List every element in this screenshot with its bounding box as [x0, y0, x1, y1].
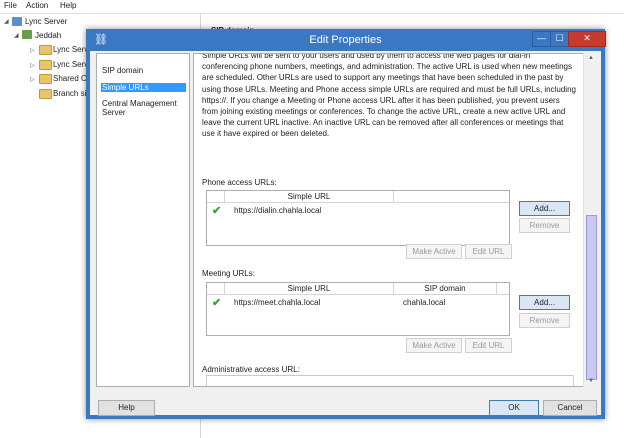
column-header-sip-domain[interactable]: SIP domain: [394, 284, 496, 293]
site-icon: [22, 30, 32, 39]
help-button[interactable]: Help: [98, 400, 155, 416]
phone-access-label: Phone access URLs:: [202, 178, 277, 187]
dialog-client: SIP domain Simple URLs Central Managemen…: [90, 51, 601, 416]
phone-url-cell[interactable]: https://dialin.chahla.local: [234, 206, 321, 215]
phone-add-button[interactable]: Add...: [519, 201, 570, 216]
phone-edit-url-button[interactable]: Edit URL: [465, 244, 512, 259]
admin-access-url-input[interactable]: [206, 375, 574, 386]
meeting-urls-label: Meeting URLs:: [202, 269, 255, 278]
folder-icon: [39, 74, 52, 84]
meeting-urls-grid[interactable]: Simple URL SIP domain ✔ https://meet.cha…: [206, 282, 510, 336]
ok-button[interactable]: OK: [489, 400, 539, 416]
meeting-url-cell[interactable]: https://meet.chahla.local: [234, 298, 320, 307]
scroll-up-arrow-icon[interactable]: ▲: [584, 53, 598, 64]
collapse-arrow-icon[interactable]: ◢: [14, 32, 19, 39]
phone-remove-button[interactable]: Remove: [519, 218, 570, 233]
scrollbar-thumb[interactable]: [586, 215, 597, 380]
expand-arrow-icon[interactable]: ▷: [30, 76, 35, 83]
tree-item-lync-server-2[interactable]: Lync Serv: [53, 60, 88, 69]
minimize-button[interactable]: —: [532, 31, 551, 47]
menu-action[interactable]: Action: [26, 1, 48, 10]
nav-item-sip-domain[interactable]: SIP domain: [102, 66, 186, 75]
server-icon: [12, 17, 22, 26]
active-check-icon: ✔: [212, 297, 222, 309]
phone-access-grid[interactable]: Simple URL ✔ https://dialin.chahla.local: [206, 190, 510, 246]
folder-icon: [39, 89, 52, 99]
column-header-simple-url[interactable]: Simple URL: [225, 192, 393, 201]
close-button[interactable]: ✕: [568, 31, 606, 47]
column-header-simple-url[interactable]: Simple URL: [225, 284, 393, 293]
folder-icon: [39, 60, 52, 70]
tree-item-lync-server[interactable]: Lync Server: [25, 17, 67, 26]
simple-urls-description: Simple URLs will be sent to your users a…: [202, 53, 576, 139]
menu-bar: File Action Help: [0, 0, 624, 14]
grid-header: Simple URL: [207, 191, 509, 203]
simple-urls-panel: Simple URLs will be sent to your users a…: [193, 53, 591, 387]
nav-item-central-management-server[interactable]: Central Management Server: [102, 99, 186, 117]
meeting-edit-url-button[interactable]: Edit URL: [465, 338, 512, 353]
maximize-button[interactable]: ☐: [550, 31, 569, 47]
collapse-arrow-icon[interactable]: ◢: [4, 18, 9, 25]
menu-help[interactable]: Help: [60, 1, 76, 10]
meeting-domain-cell[interactable]: chahla.local: [403, 298, 445, 307]
admin-access-label: Administrative access URL:: [202, 365, 300, 374]
dialog-title: Edit Properties: [309, 34, 382, 46]
active-check-icon: ✔: [212, 205, 222, 217]
dialog-title-bar[interactable]: ⛓ Edit Properties — ☐ ✕: [86, 29, 606, 51]
tree-item-lync-server-1[interactable]: Lync Serv: [53, 45, 88, 54]
tree-item-branch-sites[interactable]: Branch sit: [53, 89, 89, 98]
expand-arrow-icon[interactable]: ▷: [30, 47, 35, 54]
content-scrollbar[interactable]: ▲ ▼: [583, 53, 598, 387]
phone-make-active-button[interactable]: Make Active: [406, 244, 462, 259]
grid-header: Simple URL SIP domain: [207, 283, 509, 295]
expand-arrow-icon[interactable]: ▷: [30, 62, 35, 69]
meeting-make-active-button[interactable]: Make Active: [406, 338, 462, 353]
column-divider: [496, 283, 497, 294]
menu-file[interactable]: File: [4, 1, 17, 10]
scroll-down-arrow-icon[interactable]: ▼: [584, 376, 598, 387]
edit-properties-dialog: ⛓ Edit Properties — ☐ ✕ SIP domain Simpl…: [86, 29, 606, 419]
cancel-button[interactable]: Cancel: [543, 400, 597, 416]
meeting-add-button[interactable]: Add...: [519, 295, 570, 310]
folder-icon: [39, 45, 52, 55]
section-nav: SIP domain Simple URLs Central Managemen…: [96, 53, 190, 387]
column-divider: [393, 191, 394, 202]
tree-item-jeddah[interactable]: Jeddah: [35, 31, 61, 40]
nav-item-simple-urls[interactable]: Simple URLs: [101, 83, 186, 92]
meeting-remove-button[interactable]: Remove: [519, 313, 570, 328]
